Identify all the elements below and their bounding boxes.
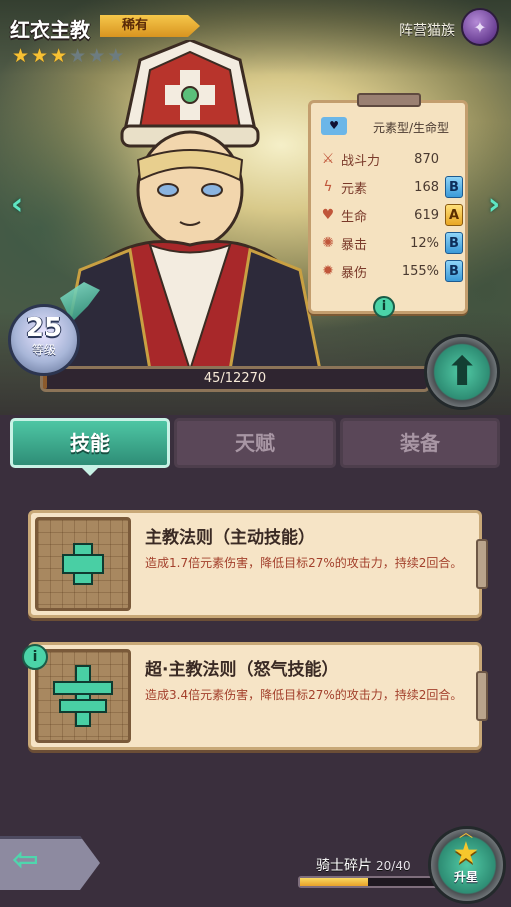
hero-type-label: 元素型/生命型 — [373, 121, 450, 135]
tab-equipment[interactable]: 装备 — [340, 418, 500, 468]
shard-progress-fill — [300, 878, 368, 886]
skill-icon-frame — [35, 517, 131, 611]
back-arrow-icon[interactable]: ⇦ — [12, 842, 62, 876]
clipboard-clip — [357, 93, 421, 107]
star-icon: ★ — [452, 836, 480, 871]
star-empty-icon: ★ — [69, 45, 87, 67]
heart-icon: ♥ — [321, 207, 335, 223]
double-cross-skill-icon — [53, 665, 113, 727]
skill-card-active[interactable]: 主教法则（主动技能） 造成1.7倍元素伤害，降低目标27%的攻击力，持续2回合。 — [28, 510, 488, 618]
burst-icon: ✺ — [322, 235, 334, 251]
stat-row-hp: ♥ 生命 619 A — [319, 203, 469, 227]
stat-row-element: ϟ 元素 168 B — [319, 175, 469, 199]
stat-value: 168 — [414, 179, 439, 195]
up-arrow-icon: ⬆ — [445, 349, 479, 395]
tab-skills[interactable]: 技能 — [10, 418, 170, 468]
lightning-icon: ϟ — [323, 179, 333, 195]
stat-value: 12% — [410, 235, 439, 251]
prev-hero-arrow-icon[interactable]: ‹ — [4, 188, 30, 222]
skill-name: 主教法则（主动技能） — [145, 528, 315, 548]
stat-grade-badge: B — [445, 260, 463, 282]
star-rating: ★ ★ ★ ★ ★ ★ — [12, 46, 124, 66]
stat-name: 生命 — [341, 209, 368, 225]
star-up-label: 升星 — [453, 870, 478, 884]
skill-card-rage[interactable]: 超·主教法则（怒气技能） 造成3.4倍元素伤害，降低目标27%的攻击力，持续2回… — [28, 642, 488, 750]
tab-talent[interactable]: 天赋 — [174, 418, 336, 468]
fish-bone-icon[interactable]: ✦ — [461, 8, 499, 46]
star-empty-icon: ★ — [107, 45, 125, 67]
hero-name: 红衣主教 — [10, 18, 90, 42]
star-empty-icon: ★ — [88, 45, 106, 67]
level-label: 等级 — [31, 343, 56, 357]
active-tab-pointer — [80, 466, 100, 476]
skill-description: 造成3.4倍元素伤害，降低目标27%的攻击力，持续2回合。 — [145, 688, 463, 702]
star-filled-icon: ★ — [50, 45, 68, 67]
stat-name: 暴伤 — [341, 265, 368, 281]
faction-label: 阵营猫族 — [399, 23, 455, 39]
stat-value: 619 — [414, 207, 439, 223]
exp-bar: 45/12270 — [40, 366, 430, 392]
stat-grade-badge: A — [445, 204, 463, 226]
claw-icon: ✹ — [322, 263, 334, 279]
stat-value: 870 — [414, 151, 439, 167]
exp-text: 45/12270 — [203, 371, 267, 386]
shard-label: 骑士碎片 20/40 — [316, 855, 411, 875]
skill-info-icon[interactable]: i — [22, 644, 48, 670]
star-filled-icon: ★ — [12, 45, 30, 67]
cross-skill-icon — [62, 543, 104, 585]
card-handle — [476, 539, 488, 589]
next-hero-arrow-icon[interactable]: › — [481, 188, 507, 222]
star-filled-icon: ★ — [31, 45, 49, 67]
stat-value: 155% — [401, 263, 439, 279]
hero-character-art — [58, 40, 322, 370]
stat-name: 战斗力 — [341, 153, 381, 169]
stats-panel: ♥ 元素型/生命型 ⚔ 战斗力 870 ϟ 元素 168 B ♥ 生命 619 … — [308, 93, 469, 314]
stat-row-crit-damage: ✹ 暴伤 155% B — [319, 259, 469, 283]
heart-tag-icon: ♥ — [321, 117, 347, 135]
shard-progress-bar — [298, 876, 438, 888]
stat-row-power: ⚔ 战斗力 870 — [319, 147, 469, 171]
rarity-badge: 稀有 — [100, 15, 200, 37]
stats-info-icon[interactable]: i — [373, 296, 395, 318]
skill-description: 造成1.7倍元素伤害，降低目标27%的攻击力，持续2回合。 — [145, 556, 463, 570]
stat-grade-badge: B — [445, 176, 463, 198]
level-value: 25 — [25, 313, 63, 343]
skill-icon-frame — [35, 649, 131, 743]
shard-count: 20/40 — [376, 859, 411, 873]
card-handle — [476, 671, 488, 721]
level-badge: 25 等级 — [8, 304, 80, 376]
stat-name: 元素 — [341, 181, 368, 197]
sword-icon: ⚔ — [321, 151, 335, 167]
level-up-button[interactable]: ⬆ — [424, 334, 500, 410]
skill-name: 超·主教法则（怒气技能） — [145, 660, 339, 680]
stat-name: 暴击 — [341, 237, 368, 253]
shard-label-text: 骑士碎片 — [316, 858, 372, 874]
stat-row-crit: ✺ 暴击 12% B — [319, 231, 469, 255]
stat-grade-badge: B — [445, 232, 463, 254]
